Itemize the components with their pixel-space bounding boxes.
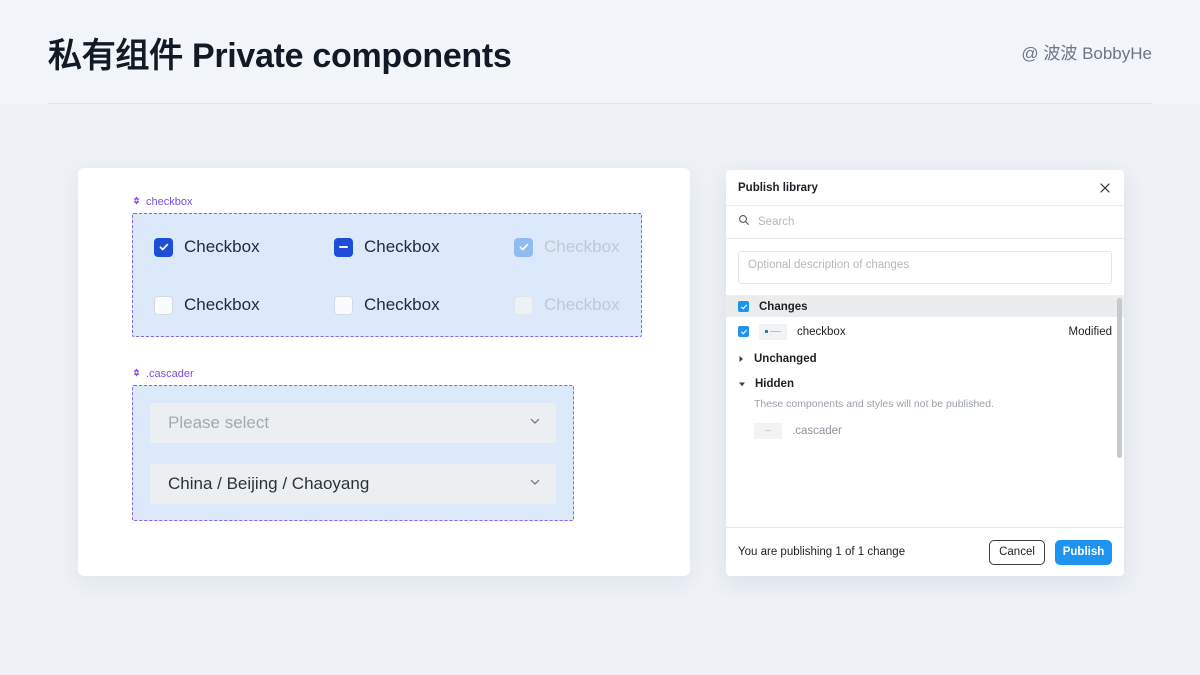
component-name: checkbox xyxy=(797,326,1059,338)
dialog-footer: You are publishing 1 of 1 change Cancel … xyxy=(726,527,1124,576)
scrollbar-thumb[interactable] xyxy=(1117,298,1122,458)
cancel-button[interactable]: Cancel xyxy=(989,540,1045,565)
checkbox-box-unchecked-disabled xyxy=(514,296,533,315)
search-bar[interactable]: Search xyxy=(726,206,1124,239)
checkbox-label: Checkbox xyxy=(364,237,440,257)
checkbox-box-unchecked[interactable] xyxy=(154,296,173,315)
checkbox-group-label: checkbox xyxy=(132,196,192,208)
checkbox-item-unchecked-1[interactable]: Checkbox xyxy=(154,295,334,315)
checkbox-label: Checkbox xyxy=(184,295,260,315)
list-scrollbar[interactable] xyxy=(1117,296,1122,527)
section-label: Hidden xyxy=(755,378,794,390)
checkbox-row-1: Checkbox Checkbox Checkbox xyxy=(154,234,654,260)
component-diamond-icon xyxy=(132,368,141,380)
description-placeholder: Optional description of changes xyxy=(748,259,909,271)
component-name: .cascader xyxy=(792,425,1112,437)
description-input[interactable]: Optional description of changes xyxy=(738,251,1112,284)
changes-list: Changes checkbox Modified Unchanged xyxy=(726,295,1124,527)
chevron-down-icon[interactable] xyxy=(528,414,542,433)
publish-status-text: You are publishing 1 of 1 change xyxy=(738,546,979,558)
checkbox-item-checked[interactable]: Checkbox xyxy=(154,237,334,257)
dialog-title: Publish library xyxy=(738,182,1097,194)
section-header-changes[interactable]: Changes xyxy=(726,296,1124,317)
section-header-hidden[interactable]: Hidden xyxy=(726,371,1124,396)
cascader-group-label-text: .cascader xyxy=(146,368,194,380)
row-checkbox[interactable] xyxy=(738,326,749,337)
list-item[interactable]: .cascader xyxy=(726,416,1124,442)
checkbox-box-unchecked[interactable] xyxy=(334,296,353,315)
search-input[interactable]: Search xyxy=(758,216,794,228)
checkbox-item-checked-disabled: Checkbox xyxy=(514,237,620,257)
component-diamond-icon xyxy=(132,196,141,208)
publish-button[interactable]: Publish xyxy=(1055,540,1112,565)
chevron-down-icon[interactable] xyxy=(738,375,746,393)
checkbox-label: Checkbox xyxy=(184,237,260,257)
checkbox-item-unchecked-2[interactable]: Checkbox xyxy=(334,295,514,315)
checkbox-box-checked[interactable] xyxy=(154,238,173,257)
cascader-select-empty[interactable]: Please select xyxy=(150,403,556,443)
checkbox-label: Checkbox xyxy=(544,237,620,257)
checkbox-row-2: Checkbox Checkbox Checkbox xyxy=(154,292,654,318)
page-header: 私有组件 Private components @ 波波 BobbyHe xyxy=(0,0,1200,104)
checkbox-item-unchecked-disabled: Checkbox xyxy=(514,295,620,315)
thumbnail-label-glyph xyxy=(770,331,781,333)
cascader-group-label: .cascader xyxy=(132,368,194,380)
description-wrapper: Optional description of changes xyxy=(726,239,1124,295)
checkbox-label: Checkbox xyxy=(364,295,440,315)
dash-icon xyxy=(339,246,348,248)
checkbox-box-checked-disabled xyxy=(514,238,533,257)
section-header-unchanged[interactable]: Unchanged xyxy=(726,346,1124,371)
cascader-value: China / Beijing / Chaoyang xyxy=(168,474,528,494)
checkbox-group-label-text: checkbox xyxy=(146,196,192,208)
chevron-down-icon[interactable] xyxy=(528,475,542,494)
checkbox-selection-frame[interactable] xyxy=(132,213,642,337)
canvas-card: checkbox Checkbox Checkbox Checkbo xyxy=(78,168,690,576)
component-thumbnail xyxy=(759,324,787,340)
header-divider xyxy=(48,103,1152,104)
section-label: Changes xyxy=(759,301,808,313)
search-icon xyxy=(738,213,750,231)
dialog-header: Publish library xyxy=(726,170,1124,206)
close-icon[interactable] xyxy=(1097,180,1113,196)
chevron-right-icon[interactable] xyxy=(738,350,745,368)
cascader-placeholder: Please select xyxy=(168,413,528,433)
table-row[interactable]: checkbox Modified xyxy=(726,317,1124,346)
component-thumbnail xyxy=(754,423,782,439)
thumbnail-placeholder-glyph xyxy=(765,430,771,431)
publish-library-dialog: Publish library Search Optional descript… xyxy=(726,170,1124,576)
section-label: Unchanged xyxy=(754,353,817,365)
cascader-select-filled[interactable]: China / Beijing / Chaoyang xyxy=(150,464,556,504)
change-status: Modified xyxy=(1069,326,1112,338)
changes-section-checkbox[interactable] xyxy=(738,301,749,312)
page-title: 私有组件 Private components xyxy=(48,28,512,77)
checkbox-item-indeterminate[interactable]: Checkbox xyxy=(334,237,514,257)
author-credit: @ 波波 BobbyHe xyxy=(1021,39,1152,64)
checkbox-label: Checkbox xyxy=(544,295,620,315)
thumbnail-checkbox-glyph xyxy=(765,330,768,333)
hidden-section-note: These components and styles will not be … xyxy=(726,396,1124,416)
checkbox-box-indeterminate[interactable] xyxy=(334,238,353,257)
